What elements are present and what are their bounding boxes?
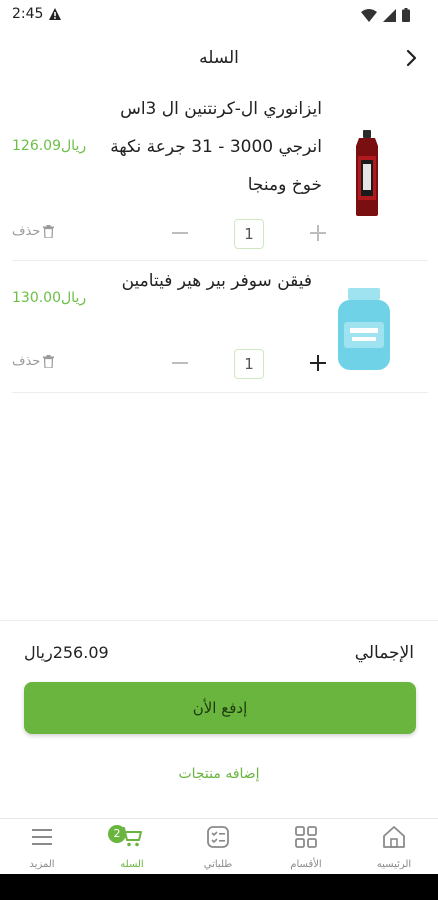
increase-quantity-button[interactable]: [306, 348, 330, 378]
nav-label-cart: السله: [120, 859, 144, 870]
nav-label-home: الرئيسيه: [376, 859, 412, 870]
nav-item-orders[interactable]: طلباتي: [178, 819, 258, 875]
product-name[interactable]: ايزانوري ال-كرنتنين ال 3اس انرجي 3000 - …: [102, 90, 322, 204]
orders-icon: [207, 826, 229, 848]
quantity-value[interactable]: 1: [234, 349, 264, 379]
alert-icon: [49, 8, 61, 20]
nav-label-orders: طلباتي: [203, 859, 233, 870]
quantity-row: حذف 1: [12, 348, 428, 380]
header: السله: [0, 36, 438, 80]
chevron-right-icon[interactable]: [402, 48, 422, 68]
delete-label: حذف: [12, 224, 41, 239]
trash-icon: [43, 355, 55, 368]
nav-item-cart[interactable]: 2 السله: [92, 819, 172, 875]
nav-item-home[interactable]: الرئيسيه: [354, 819, 434, 875]
decrease-quantity-button[interactable]: [168, 348, 192, 378]
status-bar: 2:45: [0, 0, 438, 30]
add-products-link[interactable]: إضافه منتجات: [0, 766, 438, 782]
menu-icon: [32, 829, 52, 845]
status-icons: [361, 8, 410, 22]
home-icon: [383, 826, 405, 848]
nav-item-categories[interactable]: الأقسام: [266, 819, 346, 875]
trash-icon: [43, 225, 55, 238]
total-label: الإجمالي: [354, 643, 414, 663]
status-time: 2:45: [12, 6, 44, 22]
categories-icon: [295, 826, 317, 848]
pay-now-button[interactable]: إدفع الأن: [24, 682, 416, 734]
product-price: 126.09ريال: [12, 138, 87, 154]
total-row: الإجمالي 256.09ريال: [0, 620, 438, 677]
nav-label-more: المزيد: [29, 859, 55, 870]
product-image[interactable]: [350, 130, 384, 216]
delete-label: حذف: [12, 354, 41, 369]
increase-quantity-button[interactable]: [306, 218, 330, 248]
nav-item-more[interactable]: المزيد: [2, 819, 82, 875]
product-price: 130.00ريال: [12, 290, 87, 306]
quantity-value[interactable]: 1: [234, 219, 264, 249]
cart-count-badge: 2: [108, 825, 126, 843]
cart-item: ايزانوري ال-كرنتنين ال 3اس انرجي 3000 - …: [12, 86, 428, 261]
bottom-nav: المزيد 2 السله طلباتي الأقسام الرئيسيه: [0, 818, 438, 875]
system-navigation-bar: [0, 874, 438, 900]
delete-button[interactable]: حذف: [12, 224, 55, 239]
decrease-quantity-button[interactable]: [168, 218, 192, 248]
total-value: 256.09ريال: [24, 643, 109, 662]
delete-button[interactable]: حذف: [12, 354, 55, 369]
page-title: السله: [199, 48, 239, 68]
battery-icon: [402, 8, 410, 22]
signal-icon: [383, 8, 396, 22]
cart-item: فيقن سوفر بير هير فيتامين 130.00ريال حذف…: [12, 262, 428, 393]
product-name[interactable]: فيقن سوفر بير هير فيتامين: [112, 262, 312, 300]
nav-label-categories: الأقسام: [290, 859, 322, 870]
quantity-row: حذف 1: [12, 218, 428, 250]
wifi-icon: [361, 8, 377, 22]
